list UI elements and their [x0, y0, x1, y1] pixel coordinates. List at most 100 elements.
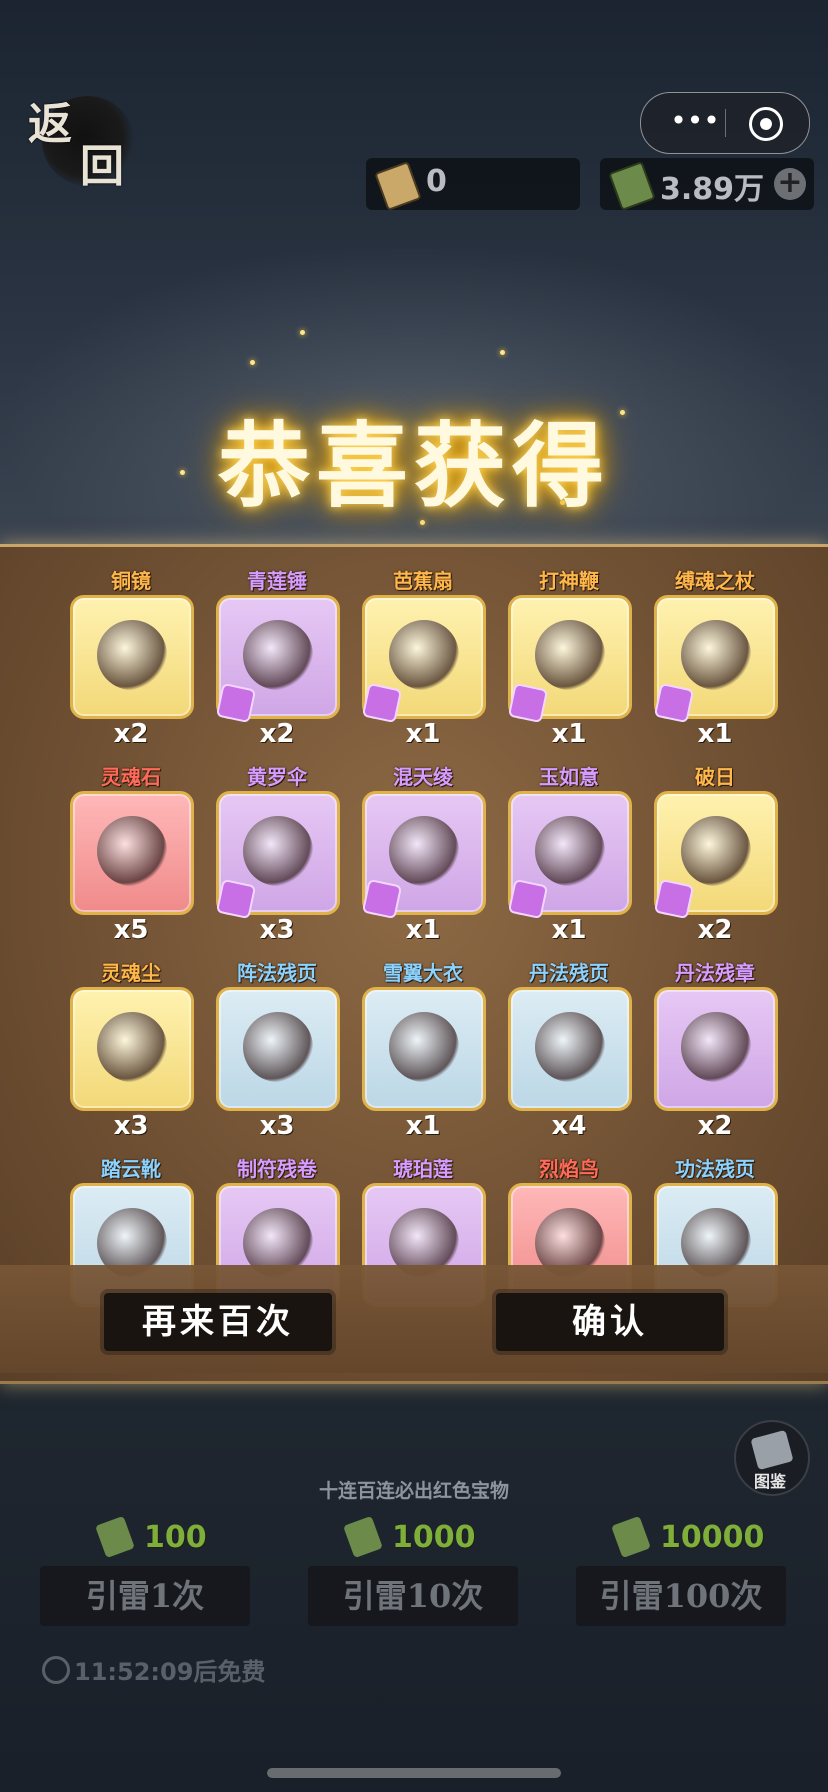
item-art-icon: [681, 1012, 751, 1082]
reward-item-count: x4: [551, 1111, 587, 1141]
reward-item-count: x1: [405, 1111, 441, 1141]
reward-item[interactable]: 铜镜 x2: [58, 565, 204, 755]
reward-panel: 铜镜 x2 青莲锤 x2 芭蕉扇 x1 打神鞭 x1 缚魂之杖 x1 灵魂石 x5 黄罗伞 x3 混天绫 x1…: [0, 544, 828, 1384]
reward-item[interactable]: 丹法残页 x4: [496, 957, 642, 1147]
reward-item-name: 踏云靴: [101, 1157, 161, 1181]
reward-item[interactable]: 破日 x2: [642, 761, 788, 951]
reward-item-name: 雪翼大衣: [383, 961, 463, 985]
reward-item-card: [70, 595, 194, 719]
reward-item-count: x5: [113, 915, 149, 945]
sparkle: [300, 330, 305, 335]
reward-item-count: x1: [405, 915, 441, 945]
confirm-button[interactable]: 确认: [496, 1293, 724, 1351]
item-art-icon: [97, 620, 167, 690]
reward-item-name: 阵法残页: [237, 961, 317, 985]
reward-item-card: [653, 595, 778, 724]
reward-item-card: [215, 791, 340, 920]
reward-item-card: [653, 791, 778, 920]
reward-item-name: 琥珀莲: [393, 1157, 453, 1181]
reward-item-name: 打神鞭: [539, 569, 599, 593]
puzzle-piece-icon: [507, 682, 549, 724]
reward-item-name: 玉如意: [539, 765, 599, 789]
reward-grid[interactable]: 铜镜 x2 青莲锤 x2 芭蕉扇 x1 打神鞭 x1 缚魂之杖 x1 灵魂石 x5 黄罗伞 x3 混天绫 x1…: [0, 565, 828, 1311]
reward-item-name: 丹法残页: [529, 961, 609, 985]
reward-item-count: x2: [697, 1111, 733, 1141]
reward-item[interactable]: 灵魂石 x5: [58, 761, 204, 951]
item-art-icon: [389, 1012, 459, 1082]
reward-item-name: 丹法残章: [675, 961, 755, 985]
item-art-icon: [681, 620, 751, 690]
reward-item[interactable]: 打神鞭 x1: [496, 565, 642, 755]
back-label-top: 返: [28, 99, 72, 150]
reward-item-count: x1: [551, 719, 587, 749]
jade-icon: [611, 1515, 651, 1559]
reward-item-name: 烈焰鸟: [539, 1157, 599, 1181]
item-art-icon: [97, 816, 167, 886]
item-art-icon: [97, 1012, 167, 1082]
puzzle-piece-icon: [507, 878, 549, 920]
home-indicator[interactable]: [267, 1768, 561, 1778]
reward-item[interactable]: 玉如意 x1: [496, 761, 642, 951]
reward-item-card: [216, 987, 340, 1111]
reward-item-name: 铜镜: [111, 569, 151, 593]
action-bar: 再来百次 确认: [0, 1265, 828, 1373]
reward-item-count: x2: [259, 719, 295, 749]
puzzle-piece-icon: [361, 682, 403, 724]
more-dots-icon[interactable]: •••: [669, 107, 721, 137]
draw-1-button[interactable]: 引雷1次: [40, 1566, 250, 1626]
reward-item[interactable]: 雪翼大衣 x1: [350, 957, 496, 1147]
jade-icon: [608, 161, 656, 211]
reward-item-name: 黄罗伞: [247, 765, 307, 789]
reward-item[interactable]: 阵法残页 x3: [204, 957, 350, 1147]
draw-100-button[interactable]: 引雷100次: [576, 1566, 786, 1626]
reward-item-count: x2: [113, 719, 149, 749]
reward-item[interactable]: 芭蕉扇 x1: [350, 565, 496, 755]
reward-item[interactable]: 灵魂尘 x3: [58, 957, 204, 1147]
puzzle-piece-icon: [653, 682, 695, 724]
item-art-icon: [243, 620, 313, 690]
reward-item[interactable]: 混天绫 x1: [350, 761, 496, 951]
reward-item-name: 缚魂之杖: [675, 569, 755, 593]
reward-item-name: 混天绫: [393, 765, 453, 789]
puzzle-piece-icon: [361, 878, 403, 920]
jade-balance: 3.89万: [660, 172, 765, 207]
reward-item-count: x1: [697, 719, 733, 749]
item-art-icon: [389, 620, 459, 690]
cost-value: 10000: [660, 1520, 765, 1555]
reward-item[interactable]: 缚魂之杖 x1: [642, 565, 788, 755]
close-target-icon[interactable]: [749, 107, 783, 141]
draw-again-button[interactable]: 再来百次: [104, 1293, 332, 1351]
reward-item-count: x1: [405, 719, 441, 749]
reward-item[interactable]: 黄罗伞 x3: [204, 761, 350, 951]
timer-text: 11:52:09后免费: [74, 1658, 266, 1686]
reward-item-card: [361, 791, 486, 920]
ticket-count: 0: [426, 164, 447, 199]
reward-item-count: x3: [259, 915, 295, 945]
draw-10-button[interactable]: 引雷10次: [308, 1566, 518, 1626]
reward-item[interactable]: 青莲锤 x2: [204, 565, 350, 755]
cost-value: 1000: [392, 1520, 476, 1555]
reward-item-card: [507, 595, 632, 724]
reward-item-count: x2: [697, 915, 733, 945]
ticket-counter: 0: [366, 158, 580, 211]
congrats-title: 恭喜获得: [217, 412, 610, 520]
reward-item-count: x1: [551, 915, 587, 945]
jade-counter: 3.89万 +: [600, 158, 814, 211]
reward-item[interactable]: 丹法残章 x2: [642, 957, 788, 1147]
back-button[interactable]: 返 回: [24, 86, 134, 192]
mini-program-capsule: •••: [640, 92, 810, 154]
puzzle-piece-icon: [653, 878, 695, 920]
item-art-icon: [243, 1012, 313, 1082]
reward-item-count: x3: [113, 1111, 149, 1141]
sparkle: [250, 360, 255, 365]
item-art-icon: [535, 816, 605, 886]
jade-icon: [343, 1515, 383, 1559]
reward-item-name: 功法残页: [675, 1157, 755, 1181]
puzzle-piece-icon: [215, 682, 257, 724]
puzzle-piece-icon: [215, 878, 257, 920]
add-jade-button[interactable]: +: [774, 168, 806, 200]
reward-item-card: [215, 595, 340, 724]
reward-item-card: [508, 987, 632, 1111]
reward-item-name: 芭蕉扇: [393, 569, 453, 593]
reward-item-name: 青莲锤: [247, 569, 307, 593]
